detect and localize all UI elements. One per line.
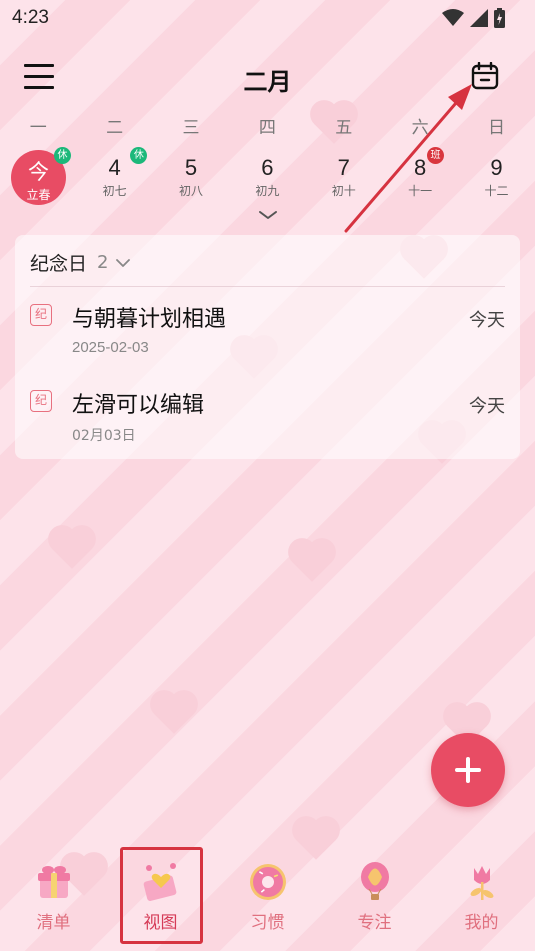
holiday-badge: 休 [54, 147, 71, 164]
event-title: 与朝暮计划相遇 [72, 307, 227, 332]
day-cell[interactable]: 9 十二 [458, 146, 534, 206]
day-cell[interactable]: 6 初九 [229, 146, 305, 206]
card-title: 纪念日 [30, 253, 88, 275]
status-bar: 4:23 [0, 0, 535, 36]
plus-icon [466, 757, 470, 783]
tulip-icon [470, 866, 493, 900]
day-cell-today[interactable]: 今 立春 休 [0, 146, 76, 206]
battery-icon [494, 8, 505, 28]
tab-mine[interactable]: 我的 [428, 850, 535, 951]
event-title: 左滑可以编辑 [72, 393, 205, 418]
tab-list[interactable]: 清单 [0, 850, 107, 951]
day-lunar: 初八 [178, 184, 203, 198]
gift-icon [37, 866, 70, 898]
weekday-row: 一 二 三 四 五 六 日 [0, 113, 535, 138]
day-cell[interactable]: 8 十一 班 [382, 146, 458, 206]
weekday-label: 一 [29, 118, 47, 138]
donut-icon [249, 864, 286, 900]
day-lunar: 初十 [331, 184, 356, 198]
anniversary-tag-icon: 纪 [30, 390, 52, 412]
weekday-label: 三 [182, 118, 200, 138]
tab-label: 清单 [36, 913, 71, 933]
chevron-down-icon[interactable] [257, 208, 279, 222]
status-time: 4:23 [12, 7, 49, 28]
card-header[interactable]: 纪念日 2 [30, 249, 131, 276]
event-relative-day: 今天 [469, 310, 505, 331]
day-cell[interactable]: 5 初八 [153, 146, 229, 206]
calendar-icon[interactable] [471, 62, 499, 90]
day-lunar: 十一 [408, 184, 433, 198]
weekday-label: 六 [411, 118, 429, 138]
event-date: 2025-02-03 [72, 339, 149, 356]
bottom-tab-bar: 清单 视图 习惯 专注 我的 [0, 850, 535, 951]
weekday-label: 四 [258, 118, 276, 138]
tab-label: 习惯 [250, 913, 285, 933]
day-lunar: 初九 [255, 184, 280, 198]
day-cell[interactable]: 7 初十 [306, 146, 382, 206]
wifi-icon [442, 9, 464, 26]
day-number: 6 [261, 155, 274, 180]
day-lunar: 立春 [26, 188, 51, 202]
day-lunar: 初七 [102, 184, 127, 198]
day-number: 8 [414, 155, 427, 180]
tab-label: 我的 [464, 913, 499, 933]
page-title: 二月 [243, 68, 292, 96]
anniversary-tag-icon: 纪 [30, 304, 52, 326]
list-item[interactable]: 纪 左滑可以编辑 02月03日 今天 [15, 373, 520, 453]
status-icons [442, 8, 505, 28]
annotation-highlight-box [120, 847, 203, 944]
weekday-label: 二 [106, 118, 124, 138]
card-count: 2 [97, 252, 109, 273]
background [0, 0, 535, 951]
hot-air-balloon-icon [360, 862, 389, 900]
weekday-label: 日 [488, 118, 506, 138]
day-cell[interactable]: 4 初七 休 [76, 146, 152, 206]
event-date: 02月03日 [72, 428, 136, 444]
app-header: 二月 [0, 52, 535, 102]
week-days-row: 今 立春 休 4 初七 休 5 初八 6 初九 7 初十 8 十一 班 9 十二 [0, 146, 535, 206]
tab-label: 专注 [357, 913, 392, 933]
add-button[interactable] [431, 733, 505, 807]
event-relative-day: 今天 [469, 396, 505, 417]
day-number: 7 [337, 155, 350, 180]
day-number: 5 [184, 155, 198, 180]
tab-focus[interactable]: 专注 [321, 850, 428, 951]
anniversary-card: 纪念日 2 纪 与朝暮计划相遇 2025-02-03 今天 纪 左滑可以编辑 0… [15, 235, 520, 459]
signal-icon [470, 9, 488, 27]
tab-habit[interactable]: 习惯 [214, 850, 321, 951]
chevron-down-icon[interactable] [116, 258, 131, 268]
list-item[interactable]: 纪 与朝暮计划相遇 2025-02-03 今天 [15, 287, 520, 367]
weekday-label: 五 [335, 118, 353, 138]
day-number: 9 [490, 155, 503, 180]
day-lunar: 十二 [484, 184, 509, 198]
workday-badge: 班 [426, 147, 444, 164]
